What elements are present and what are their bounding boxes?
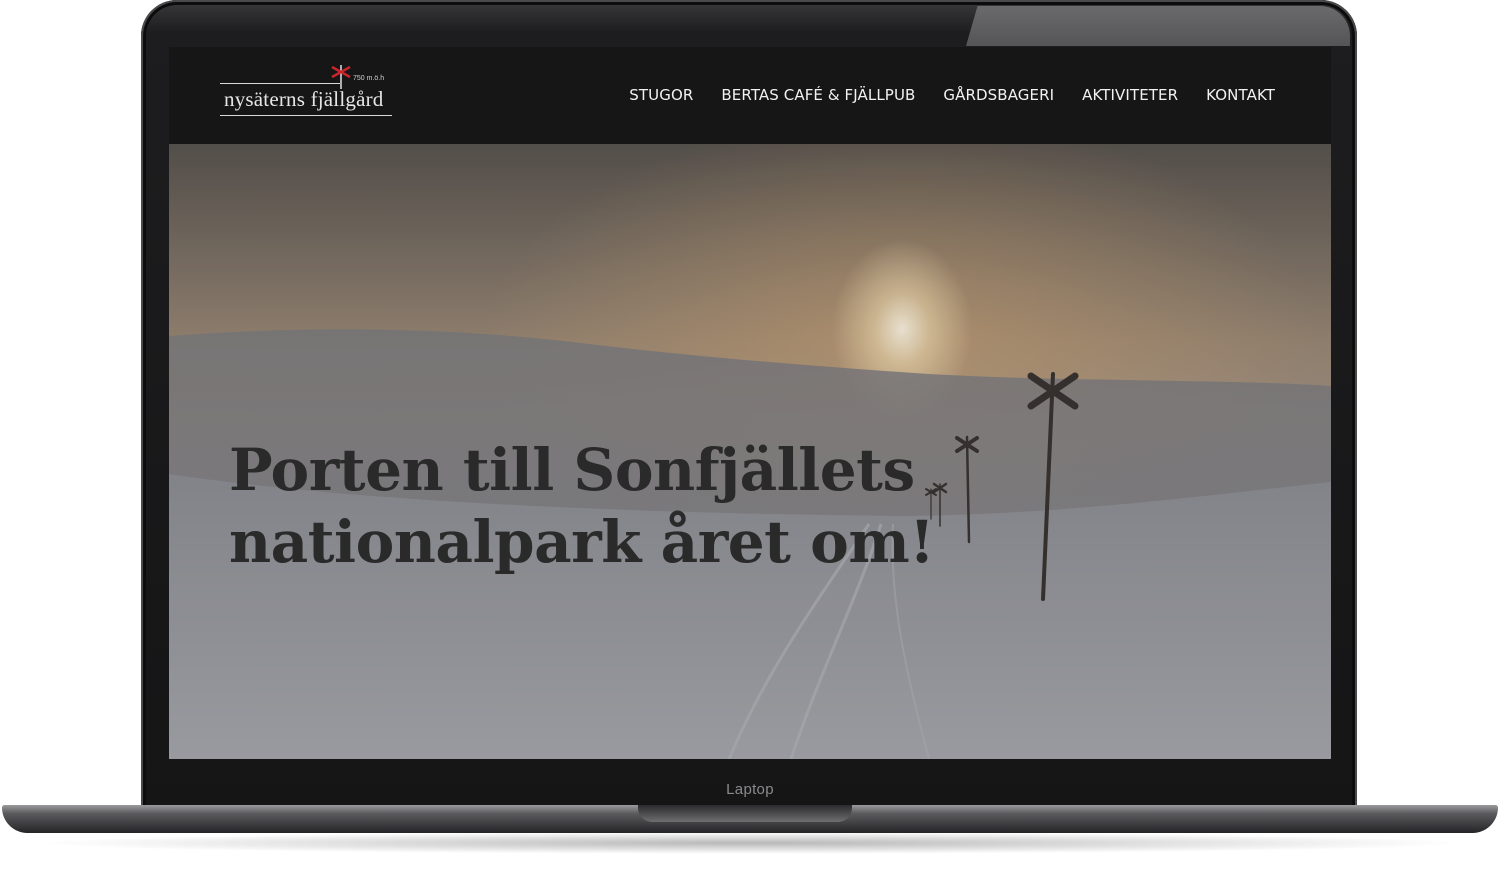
site-header: 750 m.ö.h nysäterns fjällgård STUGOR BER… bbox=[169, 47, 1331, 144]
logo-rule-top bbox=[220, 83, 340, 84]
nav-link-stugor[interactable]: STUGOR bbox=[629, 86, 693, 104]
nav-link-aktiviteter[interactable]: AKTIVITETER bbox=[1082, 86, 1178, 104]
laptop-base-shadow bbox=[30, 832, 1470, 854]
main-nav: STUGOR BERTAS CAFÉ & FJÄLLPUB GÅRDSBAGER… bbox=[629, 86, 1275, 104]
hero-heading-line-2: nationalpark året om! bbox=[229, 508, 935, 576]
nav-link-gardsbageri[interactable]: GÅRDSBAGERI bbox=[943, 86, 1054, 104]
hero-heading: Porten till Sonfjällets nationalpark åre… bbox=[229, 434, 935, 578]
nav-link-kontakt[interactable]: KONTAKT bbox=[1206, 86, 1275, 104]
site-logo[interactable]: 750 m.ö.h nysäterns fjällgård bbox=[220, 63, 395, 121]
trail-marker-icon bbox=[331, 65, 351, 89]
hero-heading-line-1: Porten till Sonfjällets bbox=[229, 436, 915, 504]
logo-rule-bottom bbox=[220, 115, 392, 116]
logo-altitude: 750 m.ö.h bbox=[353, 75, 385, 82]
logo-wordmark: nysäterns fjällgård bbox=[224, 87, 384, 111]
lid-glare bbox=[966, 6, 1350, 46]
nav-link-bertas-cafe[interactable]: BERTAS CAFÉ & FJÄLLPUB bbox=[721, 86, 915, 104]
laptop-label: Laptop bbox=[726, 781, 774, 798]
laptop-notch bbox=[638, 805, 852, 822]
hero-section: Porten till Sonfjällets nationalpark åre… bbox=[169, 144, 1331, 759]
laptop-screen: 750 m.ö.h nysäterns fjällgård STUGOR BER… bbox=[169, 47, 1331, 759]
